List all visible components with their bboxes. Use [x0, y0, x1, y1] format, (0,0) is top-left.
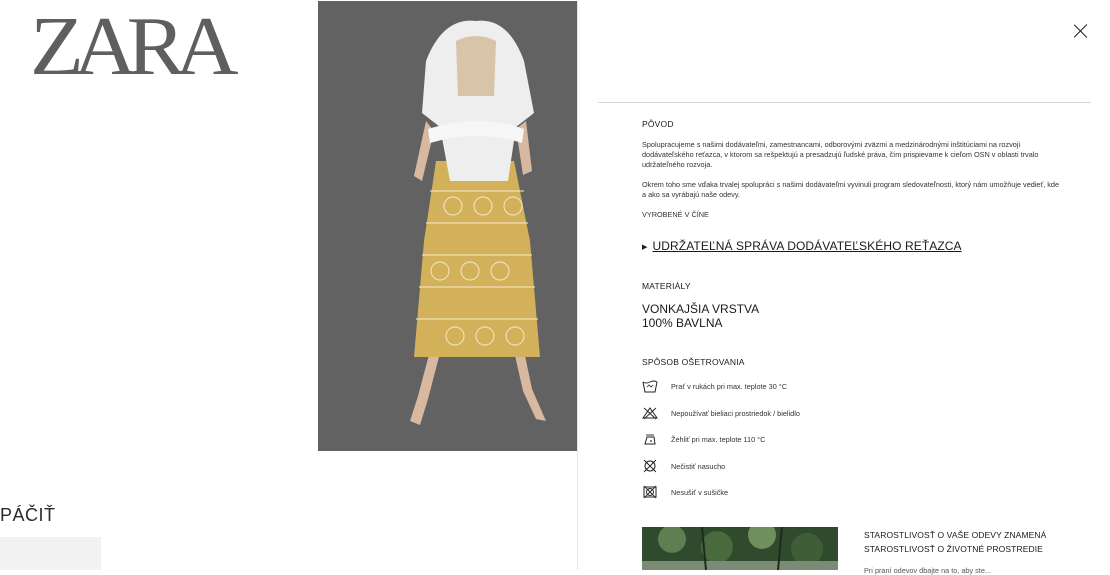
close-icon[interactable]	[1071, 21, 1091, 41]
materials-layer: VONKAJŠIA VRSTVA	[642, 302, 760, 316]
care-text: Prať v rukách pri max. teplote 30 °C	[671, 381, 787, 391]
garden-photo	[642, 527, 838, 570]
triangle-right-icon: ▶	[642, 244, 648, 251]
section-heading-like: PÁČIŤ	[0, 505, 56, 525]
care-item: Nesušiť v sušičke	[642, 485, 728, 499]
care-item: Nečistiť nasucho	[642, 459, 725, 473]
materials-title: MATERIÁLY	[642, 281, 691, 291]
care-item: Žehliť pri max. teplote 110 °C	[642, 432, 765, 446]
iron-icon	[644, 434, 656, 445]
care-item: Prať v rukách pri max. teplote 30 °C	[642, 379, 787, 393]
care-promo-body: Pri praní odevov dbajte na to, aby ste..…	[864, 566, 991, 575]
care-text: Nesušiť v sušičke	[671, 487, 729, 497]
materials-composition: 100% BAVLNA	[642, 316, 723, 330]
care-text: Žehliť pri max. teplote 110 °C	[671, 434, 766, 444]
care-promo-title[interactable]: STAROSTLIVOSŤ O VAŠE ODEVY ZNAMENÁ STARO…	[864, 529, 1064, 556]
made-in: VYROBENÉ V ČÍNE	[642, 210, 709, 219]
no-tumble-dry-icon	[643, 485, 657, 499]
origin-title: PÔVOD	[642, 119, 674, 129]
product-tile-placeholder[interactable]	[0, 537, 101, 570]
hand-wash-icon	[642, 380, 658, 393]
care-item: Nepoužívať bieliaci prostriedok / bielid…	[642, 406, 800, 420]
origin-paragraph-1: Spolupracujeme s našimi dodávateľmi, zam…	[642, 140, 1039, 169]
care-promo-image[interactable]	[642, 527, 838, 570]
supply-chain-link[interactable]: ▶ UDRŽATEĽNÁ SPRÁVA DODÁVATEĽSKÉHO REŤAZC…	[642, 239, 962, 253]
care-promo-title-line: STAROSTLIVOSŤ O ŽIVOTNÉ PROSTREDIE	[864, 543, 1043, 554]
model-illustration	[318, 1, 577, 451]
product-photo	[318, 1, 577, 451]
supply-chain-link-label: UDRŽATEĽNÁ SPRÁVA DODÁVATEĽSKÉHO REŤAZCA	[652, 239, 962, 253]
care-text: Nepoužívať bieliaci prostriedok / bielid…	[671, 408, 800, 418]
care-title: SPÔSOB OŠETROVANIA	[642, 357, 745, 367]
zara-logo[interactable]: ZARA	[30, 5, 239, 89]
care-text: Nečistiť nasucho	[671, 461, 726, 471]
no-bleach-icon	[642, 407, 658, 420]
panel-divider	[577, 0, 578, 570]
divider	[598, 102, 1091, 103]
no-dry-clean-icon	[643, 459, 657, 473]
origin-paragraph-2: Okrem toho sme vďaka trvalej spolupráci …	[642, 180, 1060, 199]
care-promo-title-line: STAROSTLIVOSŤ O VAŠE ODEVY ZNAMENÁ	[864, 530, 1047, 540]
